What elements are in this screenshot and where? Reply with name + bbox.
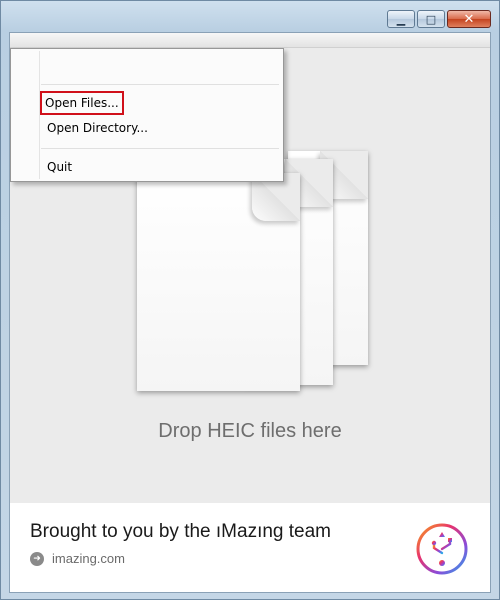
- caption-buttons: ▁ □ ✕: [387, 10, 491, 28]
- imazing-link[interactable]: imazing.com: [52, 551, 125, 566]
- file-menu: Open Files... Open Directory... Quit: [10, 48, 284, 182]
- menu-separator: [41, 148, 279, 149]
- close-button[interactable]: ✕: [447, 10, 491, 28]
- maximize-button[interactable]: □: [417, 10, 445, 28]
- promo-title: Brought to you by the ıMazıng team: [30, 521, 332, 542]
- minimize-button[interactable]: ▁: [387, 10, 415, 28]
- menu-item-open-directory[interactable]: Open Directory...: [44, 119, 151, 137]
- document-icon-front: [137, 173, 300, 391]
- promo-link-row[interactable]: ➜ imazing.com: [30, 551, 125, 566]
- promo-footer: Brought to you by the ıMazıng team ➜ ima…: [10, 503, 490, 592]
- app-window: ▁ □ ✕ Drop HEIC files here Brought to yo…: [0, 0, 500, 600]
- menu-bar[interactable]: [10, 33, 490, 48]
- menu-separator: [41, 84, 279, 85]
- menu-item-open-files[interactable]: Open Files...: [40, 91, 124, 115]
- drop-zone-label: Drop HEIC files here: [158, 420, 342, 442]
- usb-gradient-logo-icon[interactable]: [416, 523, 468, 575]
- menu-item-quit[interactable]: Quit: [44, 158, 75, 176]
- arrow-right-circle-icon: ➜: [30, 551, 44, 566]
